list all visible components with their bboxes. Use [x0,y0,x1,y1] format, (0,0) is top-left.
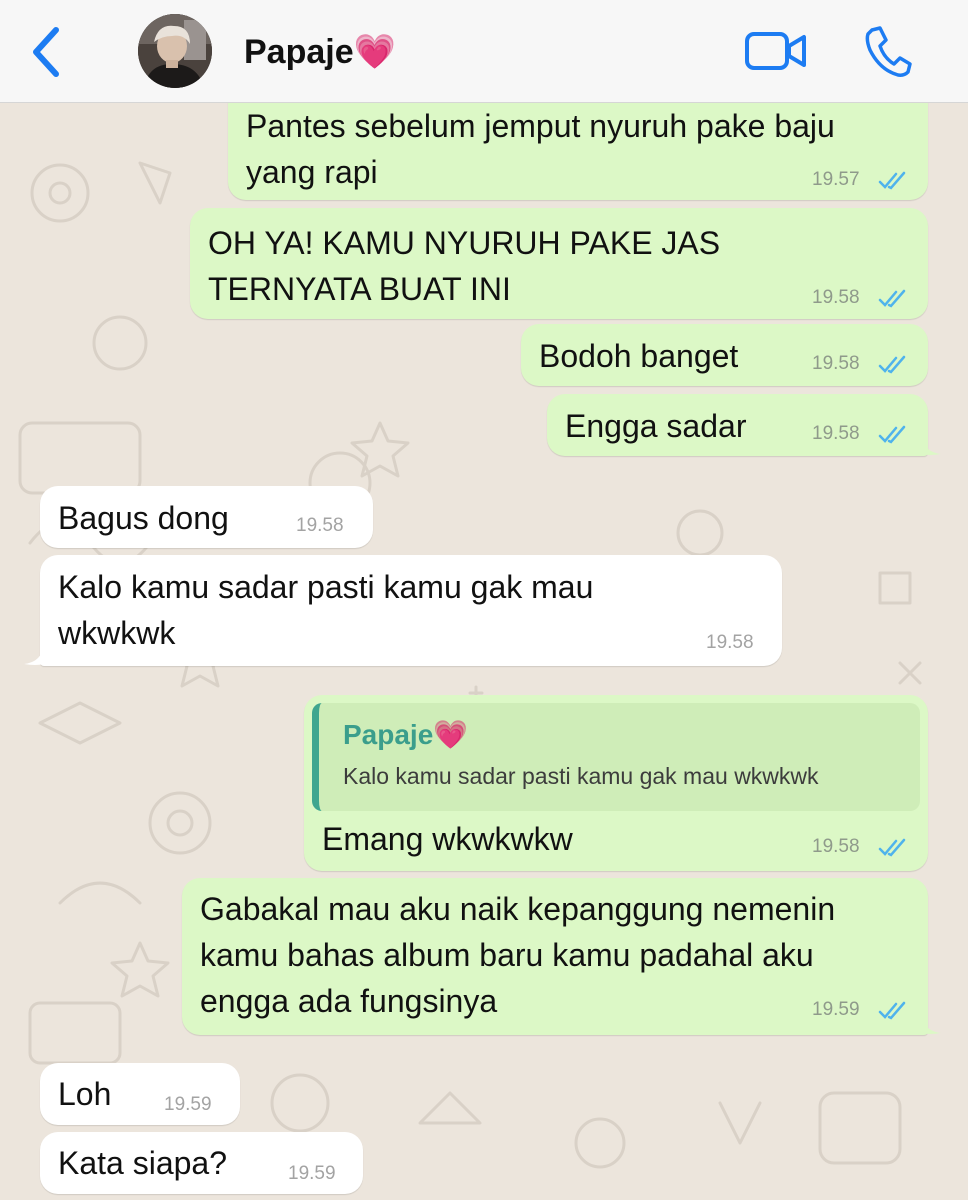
message-text: Bagus dong [58,500,229,536]
message-time: 19.58 [812,353,860,374]
message-text: Pantes sebelum jemput nyuruh pake baju y… [246,108,835,190]
message-bubble-outgoing[interactable]: Bodoh banget 19.58 [521,324,928,386]
double-check-icon [878,838,906,857]
contact-name[interactable]: Papaje💗 [244,30,396,74]
message-bubble-incoming[interactable]: Bagus dong 19.58 [40,486,373,548]
message-bubble-incoming[interactable]: Loh 19.59 [40,1063,240,1125]
chat-header: Papaje💗 [0,0,968,103]
phone-icon [865,26,912,77]
message-text: Engga sadar [565,408,747,444]
message-time: 19.59 [812,999,860,1020]
voice-call-button[interactable] [862,24,914,80]
chat-area[interactable]: Pantes sebelum jemput nyuruh pake baju y… [0,103,968,1200]
message-text: Kalo kamu sadar pasti kamu gak mau wkwkw… [58,569,594,651]
reply-quote-text: Kalo kamu sadar pasti kamu gak mau wkwkw… [343,763,819,789]
message-time: 19.59 [288,1163,336,1184]
message-time: 19.58 [812,423,860,444]
message-bubble-incoming[interactable]: Kata siapa? 19.59 [40,1132,363,1194]
double-check-icon [878,289,906,308]
double-check-icon [878,425,906,444]
reply-quote[interactable]: Papaje💗 Kalo kamu sadar pasti kamu gak m… [312,703,920,811]
message-time: 19.58 [812,287,860,308]
message-time: 19.58 [812,836,860,857]
message-bubble-outgoing[interactable]: Engga sadar 19.58 [547,394,941,456]
message-text: Emang wkwkwkw [322,821,573,857]
message-text: OH YA! KAMU NYURUH PAKE JAS TERNYATA BUA… [208,225,721,307]
double-check-icon [878,355,906,374]
message-text: Kata siapa? [58,1145,228,1181]
message-text: Bodoh banget [539,338,739,374]
double-check-icon [878,1001,906,1020]
message-text: Gabakal mau aku naik kepanggung nemenin … [200,891,836,1019]
video-call-button[interactable] [744,30,808,74]
message-time: 19.57 [812,169,860,190]
message-time: 19.59 [164,1094,212,1115]
message-time: 19.58 [296,515,344,536]
reply-quote-sender: Papaje💗 [343,719,469,750]
message-time: 19.58 [706,632,754,653]
message-text: Loh [58,1076,112,1112]
contact-photo [138,14,212,88]
bubble-tail [24,644,44,665]
message-bubble-outgoing[interactable]: Gabakal mau aku naik kepanggung nemenin … [182,878,941,1035]
bubble-tail [921,1013,941,1034]
back-button[interactable] [28,24,68,80]
message-bubble-outgoing[interactable]: Papaje💗 Kalo kamu sadar pasti kamu gak m… [304,695,928,871]
message-bubble-incoming[interactable]: Kalo kamu sadar pasti kamu gak mau wkwkw… [24,555,782,666]
message-bubble-outgoing[interactable]: OH YA! KAMU NYURUH PAKE JAS TERNYATA BUA… [190,208,928,319]
chevron-left-icon [33,27,59,77]
double-check-icon [878,171,906,190]
bubble-tail [921,434,941,455]
message-bubble-outgoing[interactable]: Pantes sebelum jemput nyuruh pake baju y… [228,103,928,200]
avatar[interactable] [138,14,212,88]
video-camera-icon [745,32,806,70]
